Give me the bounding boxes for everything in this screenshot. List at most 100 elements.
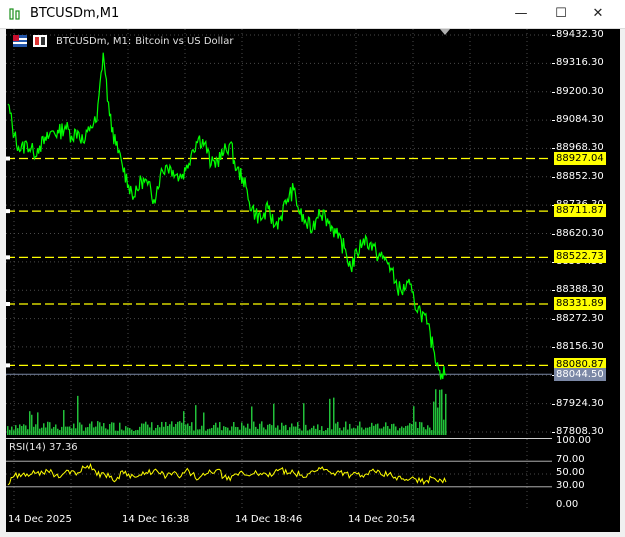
chart-icon <box>9 8 20 20</box>
level-anchor-icon[interactable] <box>6 156 10 161</box>
volume-bar <box>379 428 381 435</box>
volume-bar <box>65 426 67 435</box>
volume-bar <box>59 430 61 435</box>
volume-bar <box>129 428 131 435</box>
volume-bar <box>377 423 379 435</box>
volume-bar <box>341 430 343 435</box>
rsi-title: RSI(14) 37.36 <box>9 442 78 453</box>
volume-bar <box>435 389 437 435</box>
volume-bar <box>277 425 279 435</box>
volume-bar <box>381 428 383 435</box>
volume-bar <box>71 428 73 435</box>
volume-bar <box>133 430 135 435</box>
volume-bar <box>293 426 295 435</box>
maximize-button[interactable]: ☐ <box>547 4 575 24</box>
price-axis[interactable]: 89432.30 89316.30 89200.30 89084.30 88968.30… <box>552 29 620 510</box>
volume-bar <box>443 419 445 435</box>
rsi-tick-label: 0.00 <box>556 499 579 510</box>
time-axis[interactable]: 14 Dec 2025 14 Dec 16:38 14 Dec 18:46 14 De… <box>6 509 552 532</box>
volume-bar <box>45 427 47 435</box>
volume-bar <box>95 426 97 435</box>
price-tick <box>552 63 555 65</box>
volume-bar <box>387 426 389 435</box>
price-level-label: 88331.89 <box>554 297 606 310</box>
chart-symbol: BTCUSDm, M1: <box>56 35 132 47</box>
time-tick-label: 14 Dec 18:46 <box>235 514 303 525</box>
volume-bar <box>299 428 301 435</box>
volume-bar <box>217 427 219 435</box>
price-tick-label: 88272.30 <box>556 312 604 324</box>
volume-bar <box>173 426 175 435</box>
level-anchor-icon[interactable] <box>6 363 10 368</box>
volume-bar <box>25 425 27 435</box>
volume-bar <box>211 427 213 435</box>
volume-bar <box>343 427 345 435</box>
volume-bar <box>229 430 231 435</box>
volume-bar <box>63 410 65 435</box>
rsi-pane[interactable]: RSI(14) 37.36 <box>6 438 552 509</box>
level-anchor-icon[interactable] <box>6 255 10 260</box>
time-tick-label: 14 Dec 16:38 <box>122 514 190 525</box>
volume-bar <box>93 427 95 435</box>
volume-bar <box>371 422 373 435</box>
volume-bar <box>75 428 77 435</box>
volume-bar <box>145 421 147 435</box>
volume-bar <box>147 424 149 435</box>
price-series-line <box>7 52 447 380</box>
volume-bar <box>131 429 133 435</box>
volume-bar <box>335 423 337 435</box>
level-anchor-icon[interactable] <box>6 209 10 214</box>
volume-bar <box>287 430 289 435</box>
volume-bar <box>83 430 85 435</box>
volume-bar <box>77 395 79 435</box>
chart-shift-marker-icon[interactable] <box>440 29 450 36</box>
volume-bar <box>355 428 357 435</box>
chart-window[interactable]: BTCUSDm, M1: Bitcoin vs US Dollar RSI(14… <box>6 29 620 532</box>
volume-bar <box>317 424 319 435</box>
volume-bar <box>405 426 407 435</box>
volume-bar <box>261 421 263 435</box>
volume-bar <box>177 421 179 435</box>
volume-bar <box>81 424 83 435</box>
price-tick <box>552 290 555 292</box>
volume-bar <box>219 422 221 435</box>
volume-bar <box>281 422 283 435</box>
volume-bar <box>323 430 325 435</box>
volume-bar <box>155 427 157 435</box>
volume-bar <box>43 423 45 435</box>
volume-bar <box>15 425 17 435</box>
volume-bar <box>161 421 163 435</box>
volume-bar <box>127 427 129 435</box>
volume-bar <box>17 428 19 435</box>
volume-bar <box>363 429 365 435</box>
volume-bar <box>301 430 303 435</box>
volume-bar <box>329 398 331 435</box>
close-button[interactable]: ✕ <box>584 4 612 24</box>
volume-bar <box>55 424 57 435</box>
volume-bar <box>369 426 371 435</box>
volume-bar <box>207 429 209 435</box>
volume-bar <box>97 421 99 435</box>
volume-bar <box>365 427 367 435</box>
volume-bar <box>357 425 359 435</box>
price-level-label: 88522.73 <box>554 250 606 264</box>
price-pane[interactable]: BTCUSDm, M1: Bitcoin vs US Dollar <box>6 29 552 435</box>
volume-bar <box>399 428 401 435</box>
chart-description: Bitcoin vs US Dollar <box>135 35 234 47</box>
volume-bar <box>327 427 329 435</box>
volume-bar <box>413 406 415 435</box>
volume-bar <box>119 422 121 435</box>
price-tick-label: 89084.30 <box>556 114 604 126</box>
volume-bar <box>111 422 113 435</box>
volume-bar <box>91 421 93 435</box>
window-titlebar[interactable]: BTCUSDm,M1 — ☐ ✕ <box>0 0 625 29</box>
rsi-chart <box>6 439 552 509</box>
volume-bar <box>99 422 101 435</box>
volume-bar <box>295 426 297 435</box>
volume-bar <box>415 421 417 435</box>
volume-bar <box>311 427 313 435</box>
volume-bar <box>105 428 107 435</box>
level-anchor-icon[interactable] <box>6 302 10 307</box>
minimize-button[interactable]: — <box>507 4 535 24</box>
volume-bar <box>275 427 277 435</box>
